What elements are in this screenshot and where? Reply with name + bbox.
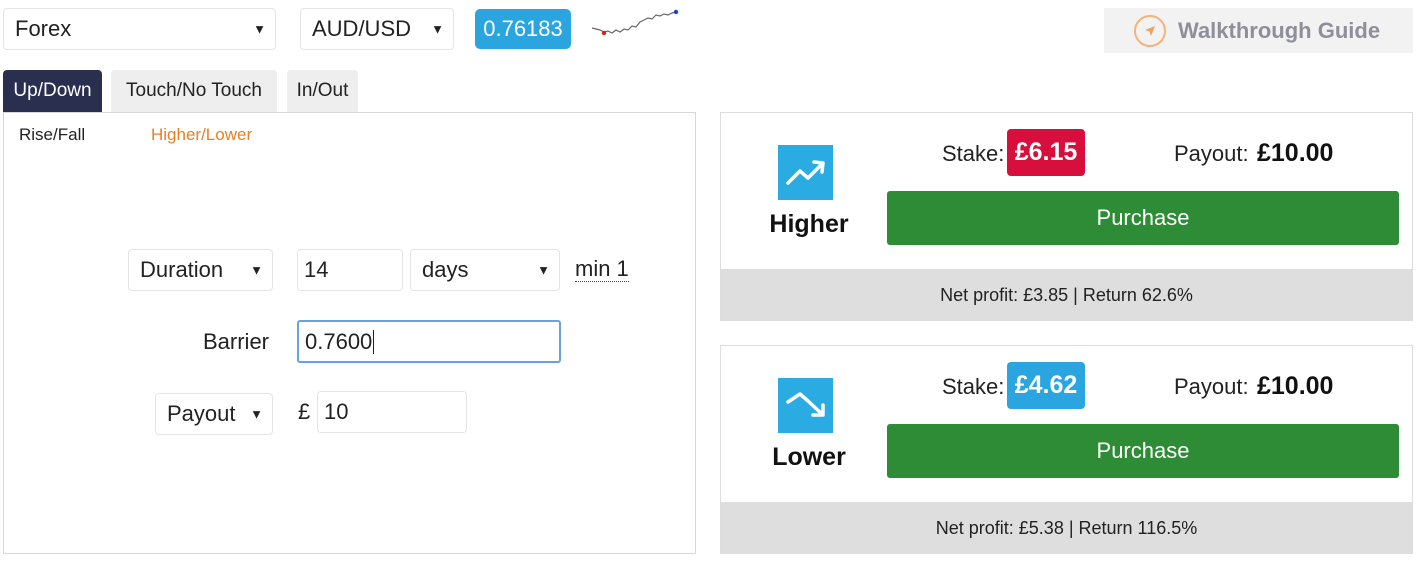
walkthrough-guide-button[interactable]: Walkthrough Guide xyxy=(1104,8,1413,53)
contract-summary: Net profit: £5.38 | Return 116.5% xyxy=(721,502,1412,554)
direction-label: Lower xyxy=(772,443,846,471)
chevron-down-icon: ▼ xyxy=(250,406,263,422)
trend-up-icon xyxy=(778,145,833,200)
payout-label: Payout: xyxy=(1174,374,1249,399)
tab-up-down[interactable]: Up/Down xyxy=(3,70,102,112)
chevron-down-icon: ▼ xyxy=(253,21,266,37)
duration-input[interactable]: 14 xyxy=(297,249,403,291)
direction-label: Higher xyxy=(769,210,849,238)
sparkline-low-marker xyxy=(601,30,607,36)
market-select[interactable]: Forex ▼ xyxy=(3,8,276,50)
payout-amount-value: 10 xyxy=(324,399,349,424)
subtab-higher-lower[interactable]: Higher/Lower xyxy=(151,125,252,145)
stake-value: £4.62 xyxy=(1014,371,1078,399)
purchase-lower-button[interactable]: Purchase xyxy=(887,424,1399,478)
trade-form-panel: Rise/Fall Higher/Lower Duration ▼ 14 day… xyxy=(3,112,696,554)
barrier-value: 0.7600 xyxy=(305,328,373,354)
contract-summary-text: Net profit: £3.85 | Return 62.6% xyxy=(940,284,1193,305)
contract-card-lower: Lower Stake: £4.62 Payout: £10.00 Purcha… xyxy=(720,345,1413,554)
duration-unit-select[interactable]: days ▼ xyxy=(410,249,560,291)
stake-label: Stake: xyxy=(942,374,1005,399)
currency-symbol: £ xyxy=(298,399,311,424)
duration-unit-value: days xyxy=(422,257,469,282)
stake-badge: £6.15 xyxy=(1007,129,1085,176)
tab-label: In/Out xyxy=(296,80,349,101)
symbol-select-value: AUD/USD xyxy=(312,16,412,41)
duration-type-select[interactable]: Duration ▼ xyxy=(128,249,273,291)
purchase-label: Purchase xyxy=(1096,438,1190,463)
payout-value: £10.00 xyxy=(1257,372,1334,400)
barrier-label: Barrier xyxy=(203,329,270,354)
chevron-down-icon: ▼ xyxy=(537,262,550,278)
duration-min-note: min 1 xyxy=(575,256,629,282)
stake-label: Stake: xyxy=(942,141,1005,166)
market-select-value: Forex xyxy=(15,16,72,41)
purchase-higher-button[interactable]: Purchase xyxy=(887,191,1399,245)
contract-summary: Net profit: £3.85 | Return 62.6% xyxy=(721,269,1412,321)
duration-value: 14 xyxy=(304,257,329,282)
spot-price-badge: 0.76183 xyxy=(475,9,571,49)
stake-badge: £4.62 xyxy=(1007,362,1085,409)
payout-amount-input[interactable]: 10 xyxy=(317,391,467,433)
contract-card-higher: Higher Stake: £6.15 Payout: £10.00 Purch… xyxy=(720,112,1413,321)
spot-price-value: 0.76183 xyxy=(483,16,563,41)
contract-summary-text: Net profit: £5.38 | Return 116.5% xyxy=(935,517,1198,538)
duration-type-value: Duration xyxy=(140,257,224,282)
navigation-icon xyxy=(1134,14,1166,47)
text-cursor xyxy=(373,329,375,354)
walkthrough-guide-label: Walkthrough Guide xyxy=(1178,17,1381,43)
sparkline-latest-marker xyxy=(673,9,679,15)
sparkline-chart xyxy=(591,9,679,36)
barrier-input[interactable]: 0.7600 xyxy=(297,320,561,363)
tab-touch-no-touch[interactable]: Touch/No Touch xyxy=(111,70,277,112)
payout-type-value: Payout xyxy=(167,401,236,426)
subtab-rise-fall[interactable]: Rise/Fall xyxy=(19,125,85,145)
chevron-down-icon: ▼ xyxy=(431,21,444,37)
tab-in-out[interactable]: In/Out xyxy=(287,70,358,112)
purchase-label: Purchase xyxy=(1096,205,1190,230)
tab-label: Touch/No Touch xyxy=(126,80,262,101)
stake-value: £6.15 xyxy=(1014,138,1078,166)
symbol-select[interactable]: AUD/USD ▼ xyxy=(300,8,454,50)
payout-label: Payout: xyxy=(1174,141,1249,166)
chevron-down-icon: ▼ xyxy=(250,262,263,278)
payout-value: £10.00 xyxy=(1257,139,1334,167)
payout-type-select[interactable]: Payout ▼ xyxy=(155,393,273,435)
trend-down-icon xyxy=(778,378,833,433)
tab-label: Up/Down xyxy=(13,80,92,101)
